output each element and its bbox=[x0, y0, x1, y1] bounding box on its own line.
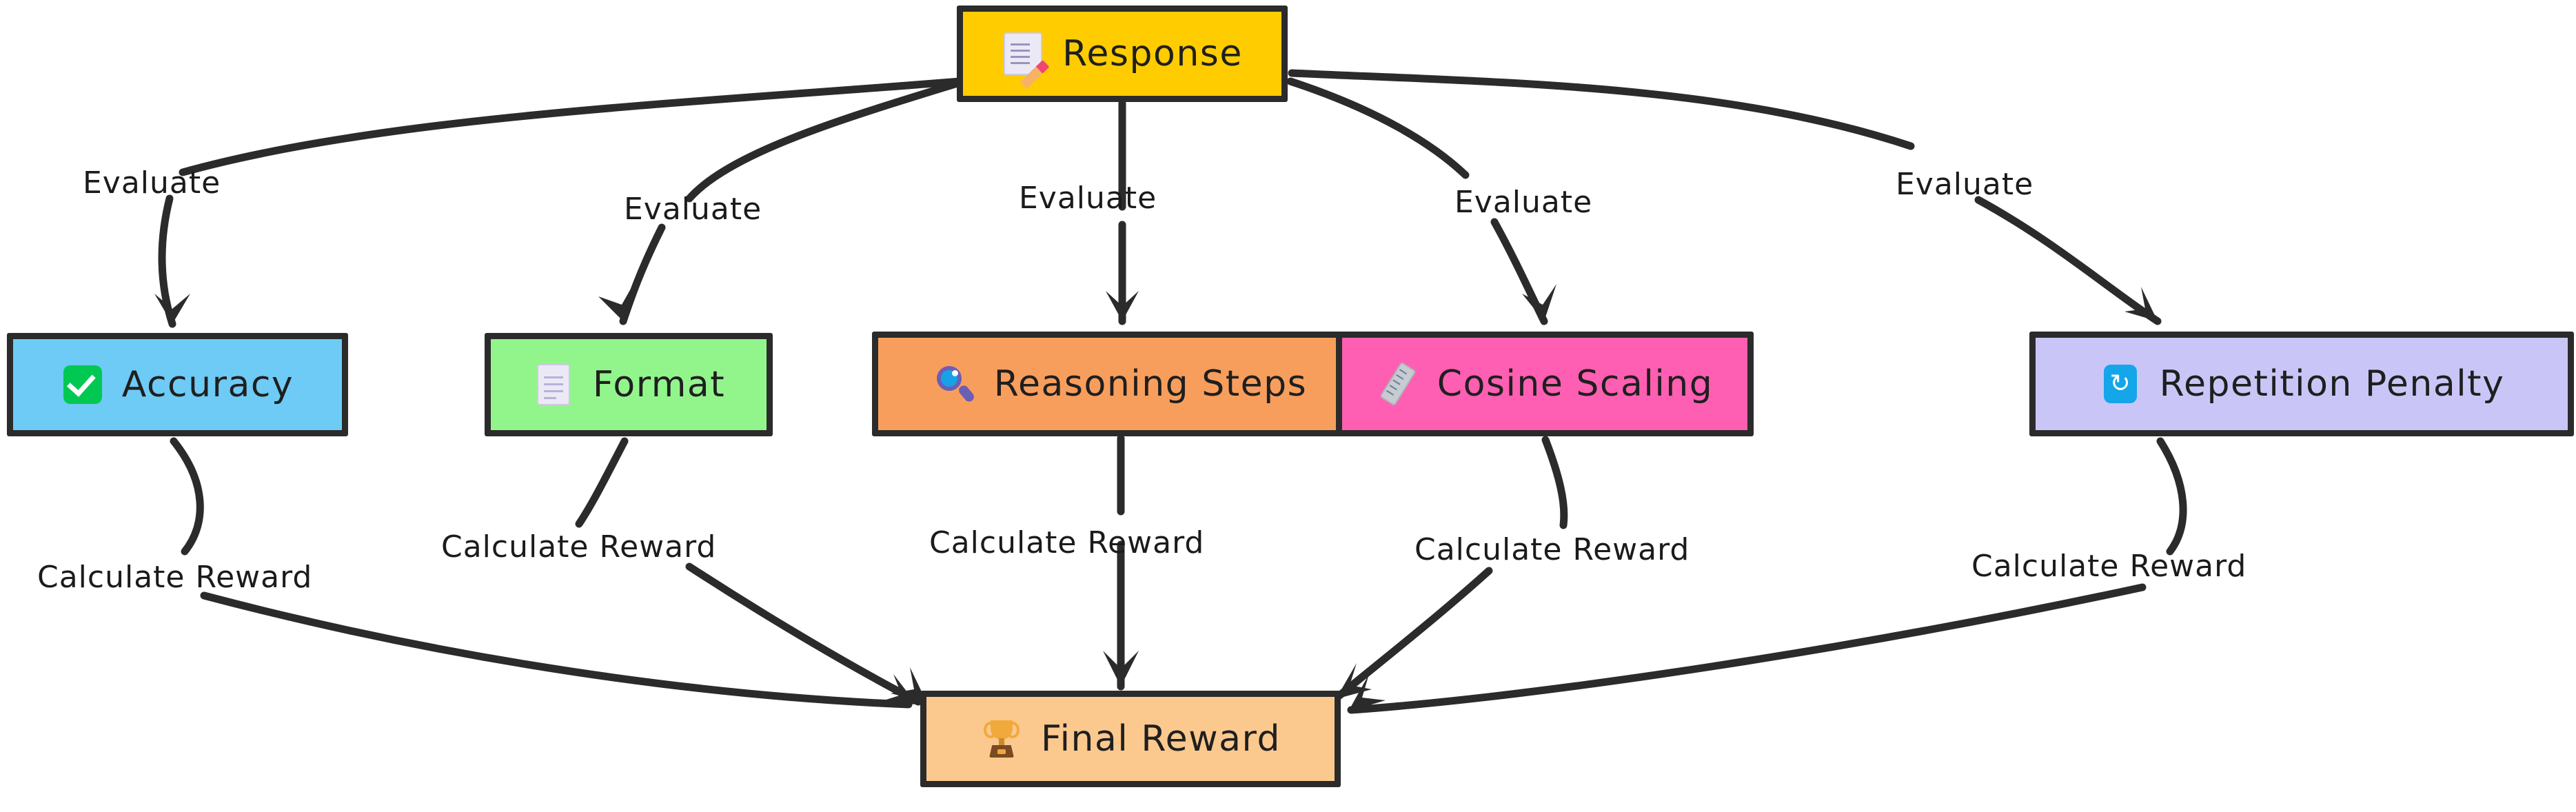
diagram-canvas: Response Accuracy Format Reasoning Steps… bbox=[0, 0, 2576, 812]
edge-cosine-final bbox=[1541, 436, 1568, 529]
edge-cosine-final-tail bbox=[1335, 567, 1493, 700]
trophy-icon bbox=[980, 718, 1023, 760]
ruler-icon bbox=[1377, 361, 1419, 407]
edge-response-format-tail bbox=[619, 223, 666, 325]
edge-label-evaluate-format: Evaluate bbox=[624, 192, 762, 227]
edge-label-calculate-repetition: Calculate Reward bbox=[1971, 549, 2247, 584]
edge-repetition-final bbox=[2156, 437, 2187, 556]
node-label-format: Format bbox=[592, 364, 726, 405]
edge-accuracy-final bbox=[170, 437, 204, 556]
edge-response-accuracy-curve bbox=[158, 194, 176, 328]
node-final-reward[interactable]: Final Reward bbox=[920, 691, 1341, 787]
edge-label-evaluate-accuracy: Evaluate bbox=[83, 165, 221, 201]
memo-icon bbox=[1002, 32, 1050, 90]
edge-label-calculate-format: Calculate Reward bbox=[441, 529, 717, 565]
edge-response-cosine bbox=[1286, 77, 1470, 179]
node-repetition-penalty[interactable]: ↻ Repetition Penalty bbox=[2029, 332, 2574, 436]
node-label-cosine-scaling: Cosine Scaling bbox=[1437, 363, 1714, 405]
edge-response-format bbox=[685, 79, 964, 203]
edge-format-final-tail bbox=[685, 562, 922, 706]
node-label-accuracy: Accuracy bbox=[121, 364, 294, 405]
edge-repetition-final-tail bbox=[1347, 583, 2147, 714]
edge-response-repetition-tail bbox=[1974, 196, 2162, 325]
edge-response-accuracy bbox=[179, 77, 964, 176]
node-format[interactable]: Format bbox=[485, 333, 773, 436]
node-label-final-reward: Final Reward bbox=[1040, 718, 1281, 760]
page-icon bbox=[532, 363, 575, 406]
edge-response-repetition bbox=[1288, 69, 1915, 150]
edge-label-calculate-accuracy: Calculate Reward bbox=[37, 560, 313, 595]
edge-format-final bbox=[575, 437, 629, 528]
node-reasoning-steps[interactable]: Reasoning Steps bbox=[872, 332, 1368, 436]
repeat-icon: ↻ bbox=[2099, 363, 2142, 405]
edge-label-evaluate-repetition: Evaluate bbox=[1896, 167, 2034, 202]
node-label-response: Response bbox=[1062, 33, 1243, 74]
node-accuracy[interactable]: Accuracy bbox=[7, 333, 348, 436]
check-mark-icon bbox=[61, 363, 104, 406]
node-label-repetition-penalty: Repetition Penalty bbox=[2159, 363, 2505, 405]
edge-label-calculate-reasoning: Calculate Reward bbox=[929, 525, 1205, 560]
edge-accuracy-final-tail bbox=[200, 591, 913, 709]
edge-label-evaluate-cosine: Evaluate bbox=[1454, 185, 1593, 220]
edge-label-evaluate-reasoning: Evaluate bbox=[1019, 181, 1157, 216]
magnifying-glass-icon bbox=[933, 363, 976, 405]
node-label-reasoning-steps: Reasoning Steps bbox=[993, 363, 1308, 405]
node-cosine-scaling[interactable]: Cosine Scaling bbox=[1336, 332, 1754, 436]
node-response[interactable]: Response bbox=[957, 6, 1288, 102]
edge-label-calculate-cosine: Calculate Reward bbox=[1414, 532, 1690, 567]
edge-response-cosine-tail bbox=[1490, 218, 1548, 325]
